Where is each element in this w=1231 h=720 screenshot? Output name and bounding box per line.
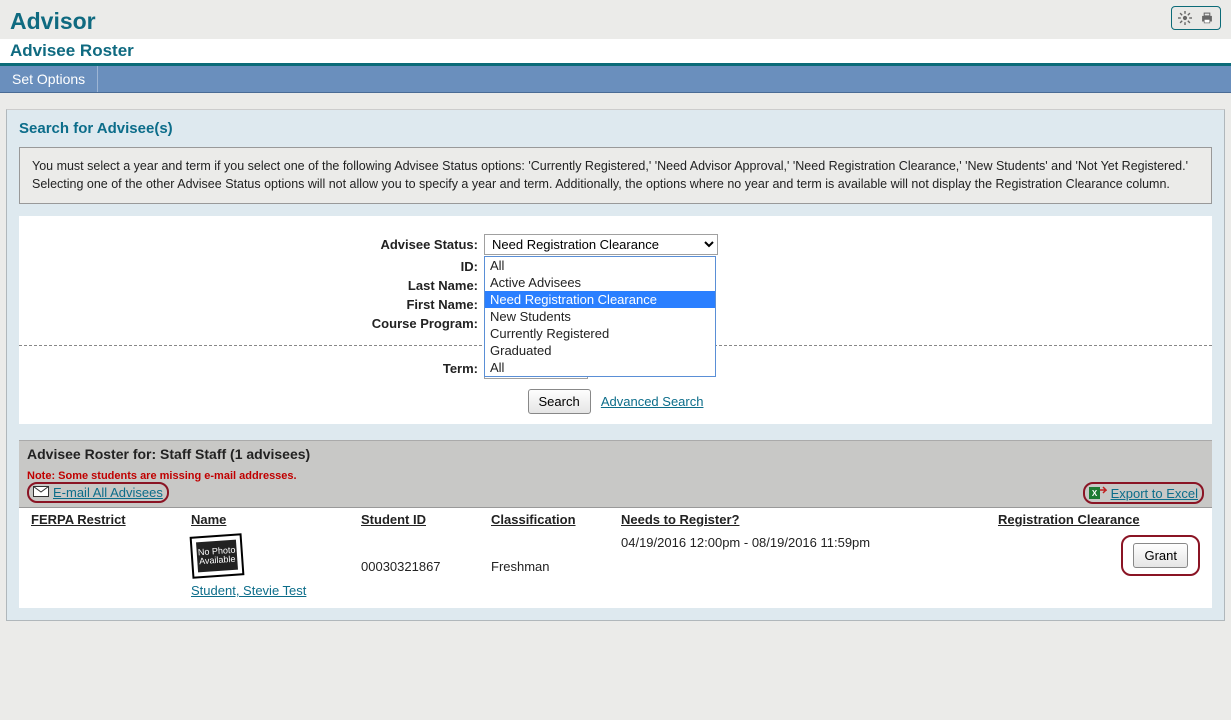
- export-to-excel-link[interactable]: Export to Excel: [1111, 486, 1198, 501]
- header-toolbar: [1171, 6, 1221, 30]
- grant-button[interactable]: Grant: [1133, 543, 1188, 568]
- cell-classification: Freshman: [487, 531, 617, 602]
- label-term: Term:: [19, 361, 484, 376]
- search-button[interactable]: Search: [528, 389, 591, 414]
- search-form: Advisee Status: Need Registration Cleara…: [19, 216, 1212, 424]
- search-panel: Search for Advisee(s) You must select a …: [6, 109, 1225, 621]
- missing-email-note: Note: Some students are missing e-mail a…: [27, 470, 1204, 482]
- label-last-name: Last Name:: [19, 278, 484, 293]
- table-row: No Photo Available Student, Stevie Test …: [27, 531, 1204, 602]
- email-all-advisees-link[interactable]: E-mail All Advisees: [53, 485, 163, 500]
- print-icon[interactable]: [1198, 9, 1216, 27]
- col-ferpa[interactable]: FERPA Restrict: [27, 508, 187, 531]
- grant-button-highlight: Grant: [1121, 535, 1200, 576]
- status-option-currently-registered[interactable]: Currently Registered: [485, 325, 715, 342]
- status-option-active[interactable]: Active Advisees: [485, 274, 715, 291]
- status-option-new-students[interactable]: New Students: [485, 308, 715, 325]
- advanced-search-link[interactable]: Advanced Search: [601, 394, 704, 409]
- status-option-all-2[interactable]: All: [485, 359, 715, 376]
- menu-set-options[interactable]: Set Options: [0, 66, 98, 92]
- search-heading: Search for Advisee(s): [19, 120, 1212, 137]
- label-id: ID:: [19, 259, 484, 274]
- export-to-excel-wrap: X Export to Excel: [1083, 482, 1204, 504]
- advisee-status-dropdown: All Active Advisees Need Registration Cl…: [484, 256, 716, 377]
- status-option-need-reg-clearance[interactable]: Need Registration Clearance: [485, 291, 715, 308]
- no-photo-thumb: No Photo Available: [190, 533, 245, 579]
- email-all-advisees-wrap: E-mail All Advisees: [27, 482, 169, 503]
- col-student-id[interactable]: Student ID: [357, 508, 487, 531]
- status-option-graduated[interactable]: Graduated: [485, 342, 715, 359]
- label-first-name: First Name:: [19, 297, 484, 312]
- advisee-status-select[interactable]: Need Registration Clearance: [484, 234, 718, 255]
- page-title: Advisor: [10, 8, 1221, 35]
- roster-toolbar: Note: Some students are missing e-mail a…: [19, 467, 1212, 508]
- roster-table: FERPA Restrict Name Student ID Classific…: [27, 508, 1204, 602]
- col-needs[interactable]: Needs to Register?: [617, 508, 994, 531]
- cell-student-id: 00030321867: [357, 531, 487, 602]
- col-reg-clearance[interactable]: Registration Clearance: [994, 508, 1204, 531]
- menu-bar: Set Options: [0, 64, 1231, 93]
- status-option-all[interactable]: All: [485, 257, 715, 274]
- col-name[interactable]: Name: [187, 508, 357, 531]
- section-title: Advisee Roster: [10, 41, 1221, 61]
- label-course-program: Course Program:: [19, 316, 484, 331]
- label-advisee-status: Advisee Status:: [19, 237, 484, 252]
- svg-text:X: X: [1091, 489, 1097, 498]
- col-classification[interactable]: Classification: [487, 508, 617, 531]
- search-info-text: You must select a year and term if you s…: [19, 147, 1212, 204]
- cell-needs: 04/19/2016 12:00pm - 08/19/2016 11:59pm: [617, 531, 994, 602]
- roster-title: Advisee Roster for: Staff Staff (1 advis…: [19, 440, 1212, 467]
- excel-icon: X: [1089, 485, 1107, 501]
- student-name-link[interactable]: Student, Stevie Test: [191, 583, 306, 598]
- mail-icon: [33, 485, 49, 500]
- gear-icon[interactable]: [1176, 9, 1194, 27]
